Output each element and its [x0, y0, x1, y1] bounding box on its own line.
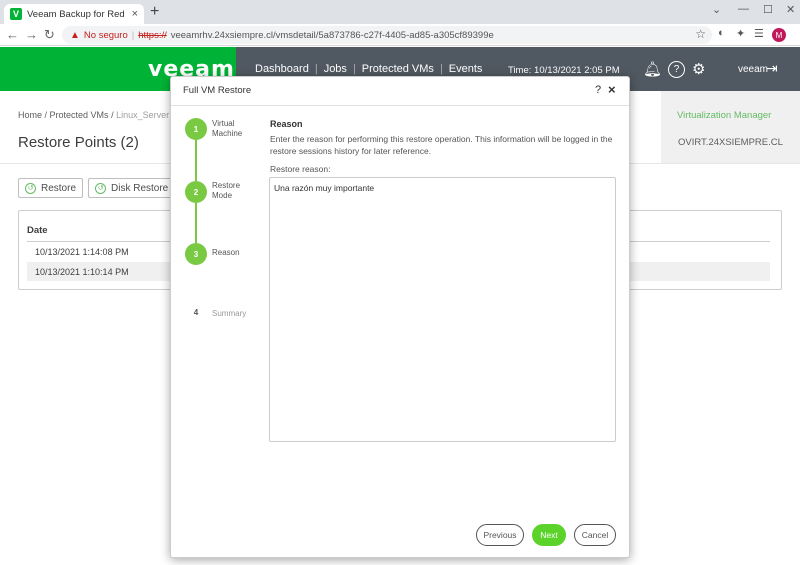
bell-icon[interactable]: 🔔︎ [643, 60, 662, 78]
minimize-icon[interactable]: — [738, 3, 749, 15]
new-tab-button[interactable]: + [150, 4, 159, 20]
help-icon[interactable]: ? [668, 61, 685, 78]
nav-jobs[interactable]: Jobs [324, 63, 347, 75]
dialog-title: Full VM Restore [183, 85, 252, 96]
reading-list-icon[interactable]: ☰ [754, 27, 764, 40]
tab-search-icon[interactable]: ⌄ [712, 3, 721, 16]
gear-icon[interactable]: ⚙ [692, 60, 705, 78]
back-arrow-icon[interactable]: ← [6, 27, 19, 42]
extension-globe-icon[interactable]: ◐ [718, 27, 725, 39]
url-divider: | [131, 29, 135, 41]
extensions-puzzle-icon[interactable]: ✦ [736, 27, 745, 40]
browser-tab[interactable]: V Veeam Backup for Red Hat Virtu × [4, 4, 144, 24]
step-4-circle: 4 [185, 301, 207, 323]
dialog-close-icon[interactable]: × [608, 82, 616, 97]
nav-dashboard[interactable]: Dashboard [255, 63, 309, 75]
url-input[interactable]: ▲ No seguro | https://veeamrhv.24xsiempr… [62, 26, 712, 44]
next-button[interactable]: Next [532, 524, 566, 546]
section-title: Reason [270, 119, 303, 129]
url-path: veeamrhv.24xsiempre.cl/vmsdetail/5a87378… [170, 29, 494, 41]
step-connector [195, 140, 197, 181]
server-time: Time: 10/13/2021 2:05 PM [508, 65, 620, 76]
browser-tabstrip: V Veeam Backup for Red Hat Virtu × + ⌄ —… [0, 0, 800, 24]
step-2-label: Restore Mode [212, 181, 241, 200]
veeam-favicon-icon: V [10, 8, 22, 20]
restore-reason-label: Restore reason: [270, 164, 331, 174]
address-bar: ← → ↻ ▲ No seguro | https://veeamrhv.24x… [0, 24, 800, 46]
nav-events[interactable]: Events [449, 63, 483, 75]
step-connector [195, 203, 197, 243]
maximize-icon[interactable]: ☐ [763, 3, 773, 16]
profile-avatar[interactable]: M [772, 28, 786, 42]
section-description: Enter the reason for performing this res… [270, 134, 613, 156]
tab-close-icon[interactable]: × [132, 8, 138, 20]
step-3-label: Reason [212, 248, 240, 257]
warning-icon: ▲ [70, 29, 80, 41]
step-2-circle: 2 [185, 181, 207, 203]
insecure-label: No seguro [83, 29, 128, 41]
cancel-button[interactable]: Cancel [574, 524, 616, 546]
step-1-label: Virtual Machine [212, 119, 243, 138]
step-1-circle: 1 [185, 118, 207, 140]
restore-reason-textarea[interactable]: Una razón muy importante [269, 177, 616, 442]
step-4-label: Summary [212, 309, 247, 318]
full-vm-restore-dialog: Full VM Restore ? × 1 Virtual Machine 2 … [170, 76, 630, 558]
nav-protected-vms[interactable]: Protected VMs [362, 63, 434, 75]
dialog-help-icon[interactable]: ? [595, 84, 601, 96]
main-nav: Dashboard | Jobs | Protected VMs | Events [255, 63, 483, 75]
reload-icon[interactable]: ↻ [44, 27, 55, 43]
window-close-icon[interactable]: ✕ [786, 3, 795, 16]
tab-title: Veeam Backup for Red Hat Virtu [27, 8, 127, 20]
username[interactable]: veeam [738, 64, 768, 75]
step-3-circle: 3 [185, 243, 207, 265]
previous-button[interactable]: Previous [476, 524, 524, 546]
url-scheme: https:// [138, 29, 167, 41]
forward-arrow-icon[interactable]: → [25, 27, 38, 42]
logout-icon[interactable]: ⇥ [766, 60, 778, 77]
bookmark-star-icon[interactable]: ☆ [695, 27, 706, 41]
